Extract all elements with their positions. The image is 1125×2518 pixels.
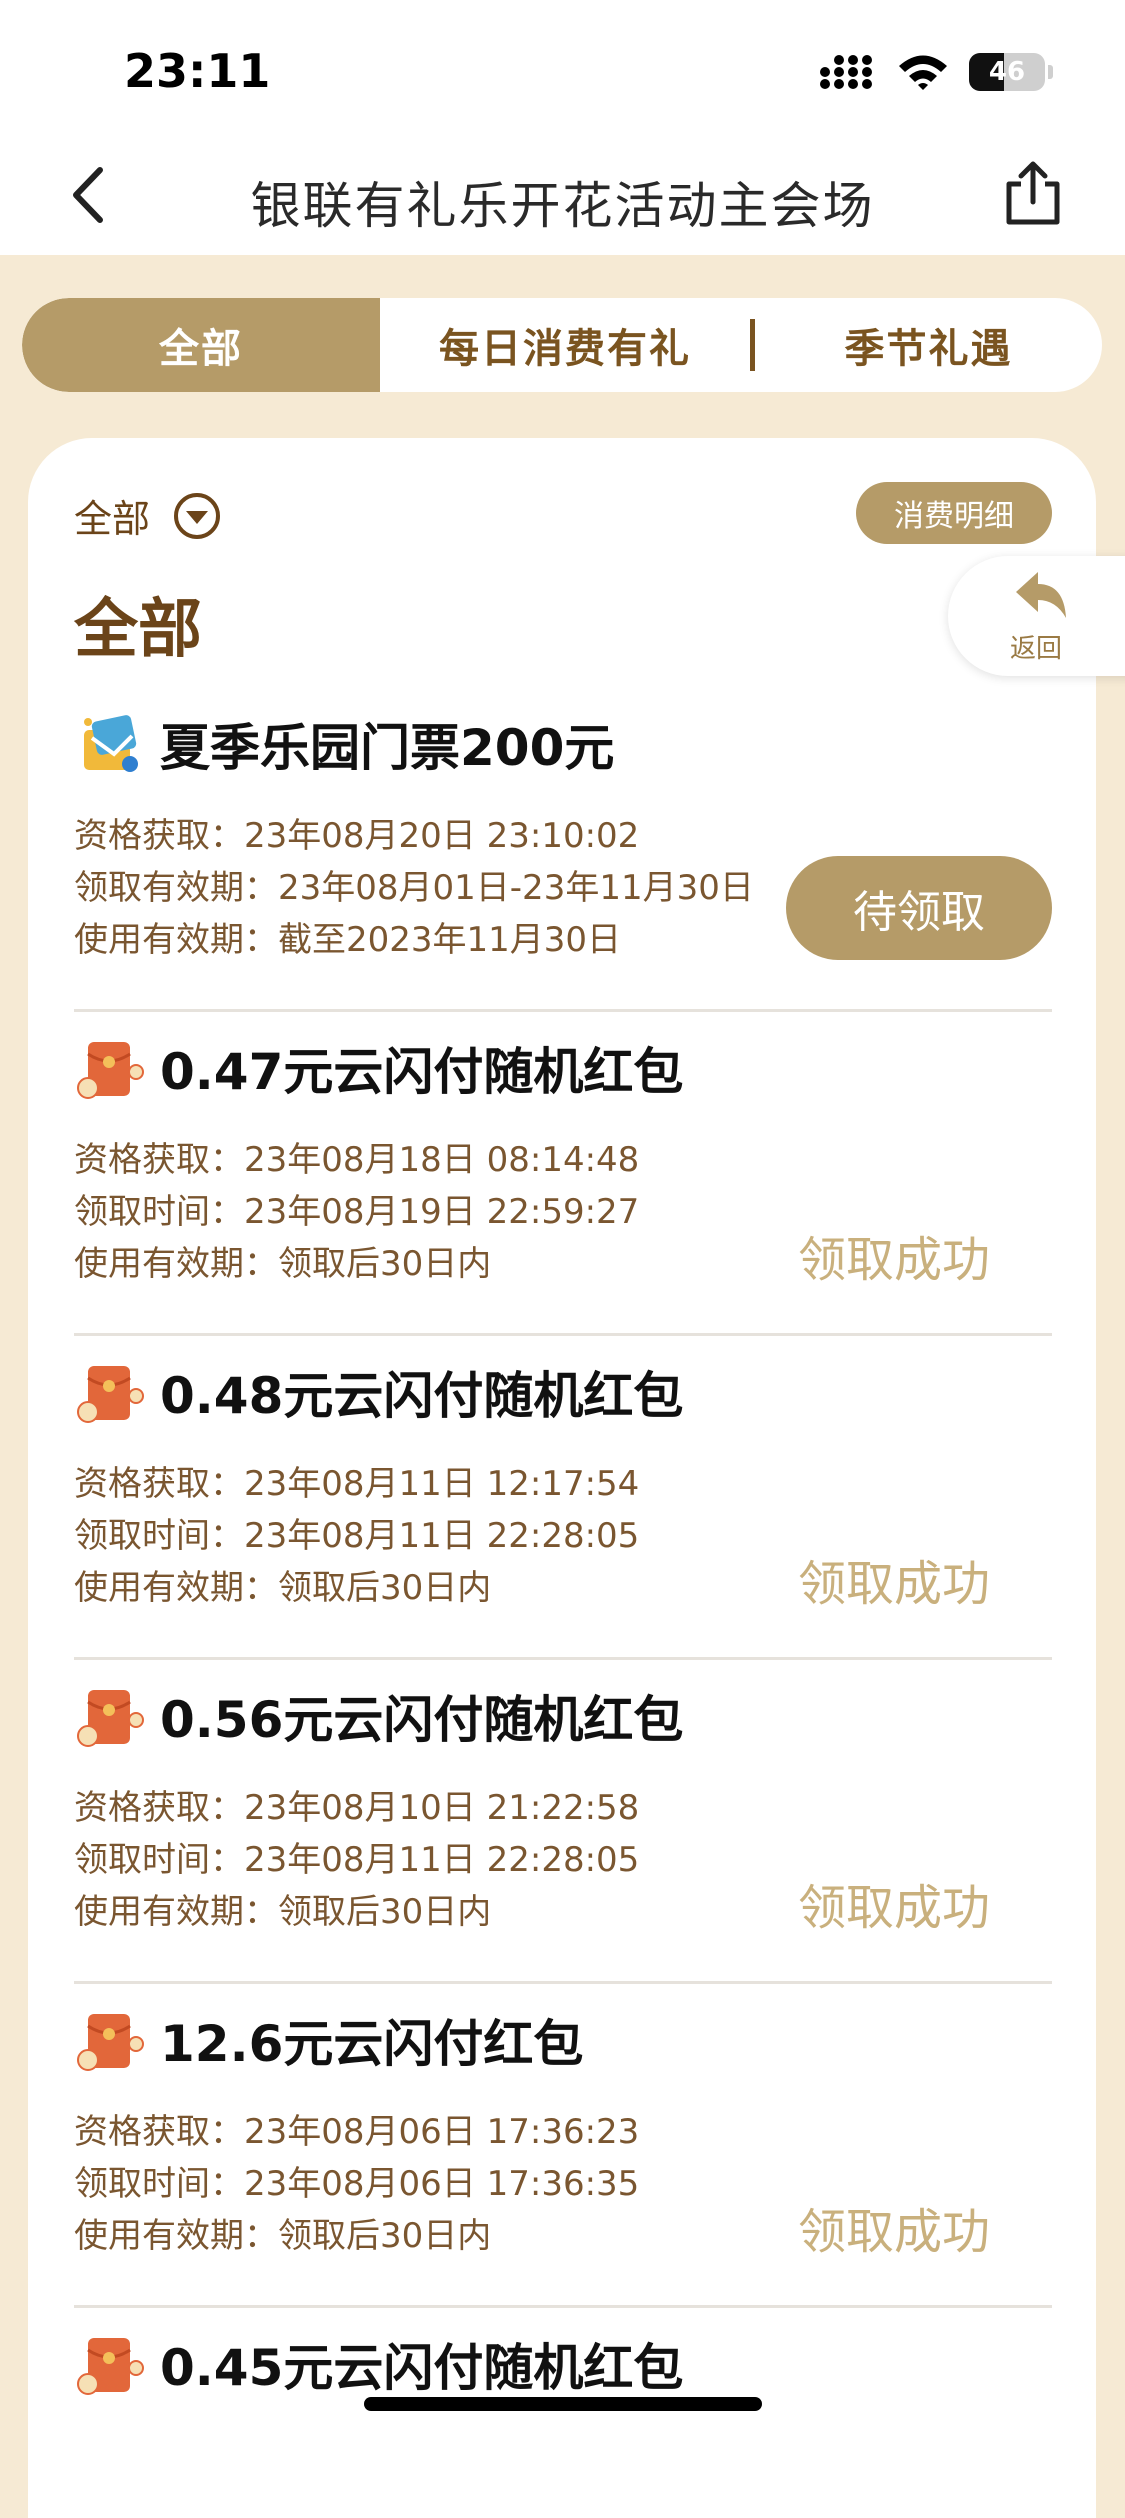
item-detail-line: 资格获取：23年08月11日 12:17:54 <box>74 1464 640 1504</box>
item-details: 资格获取：23年08月06日 17:36:23 领取时间：23年08月06日 17… <box>74 2106 639 2262</box>
item-detail-line: 资格获取：23年08月10日 21:22:58 <box>74 1788 640 1828</box>
list-item: 0.48元云闪付随机红包资格获取：23年08月11日 12:17:54 领取时间：… <box>74 1336 1052 1660</box>
item-title: 0.56元云闪付随机红包 <box>160 1691 684 1749</box>
item-detail-line: 领取时间：23年08月06日 17:36:35 <box>74 2164 640 2204</box>
wifi-icon <box>899 55 947 90</box>
tab-daily-consumption[interactable]: 每日消费有礼 <box>380 298 750 392</box>
item-header: 0.45元云闪付随机红包 <box>74 2328 683 2398</box>
return-arrow-icon <box>1016 572 1066 618</box>
records-card: 全部 消费明细 全部 夏季乐园门票200元资格获取：23年08月20日 23:1… <box>28 438 1096 2518</box>
list-item: 0.45元云闪付随机红包 <box>74 2308 1052 2398</box>
tab-all[interactable]: 全部 <box>22 298 380 392</box>
share-icon[interactable] <box>1001 158 1065 228</box>
item-title: 0.48元云闪付随机红包 <box>160 1367 684 1425</box>
floating-back-label: 返回 <box>1010 634 1063 664</box>
claim-status: 领取成功 <box>797 1556 990 1612</box>
item-detail-line: 领取时间：23年08月11日 22:28:05 <box>74 1840 640 1880</box>
claim-status: 领取成功 <box>797 1880 990 1936</box>
item-detail-line: 领取时间：23年08月11日 22:28:05 <box>74 1516 640 1556</box>
home-indicator <box>364 2397 762 2411</box>
item-title: 12.6元云闪付红包 <box>160 2015 584 2073</box>
item-header: 0.56元云闪付随机红包 <box>74 1680 683 1752</box>
item-title: 0.45元云闪付随机红包 <box>160 2339 684 2397</box>
list-item: 12.6元云闪付红包资格获取：23年08月06日 17:36:23 领取时间：23… <box>74 1984 1052 2308</box>
claim-status: 领取成功 <box>797 2204 990 2260</box>
item-detail-line: 使用有效期：领取后30日内 <box>74 1568 492 1608</box>
red-envelope-icon <box>74 1680 146 1752</box>
tab-seasonal[interactable]: 季节礼遇 <box>755 298 1102 392</box>
item-detail-line: 使用有效期：领取后30日内 <box>74 2216 492 2256</box>
battery-cap <box>1048 65 1053 79</box>
battery-level: 46 <box>988 57 1026 87</box>
list-item: 0.56元云闪付随机红包资格获取：23年08月10日 21:22:58 领取时间：… <box>74 1660 1052 1984</box>
item-detail-line: 使用有效期：领取后30日内 <box>74 1892 492 1932</box>
claim-status: 领取成功 <box>797 1232 990 1288</box>
status-bar: 23:11 46 <box>0 0 1125 140</box>
item-header: 0.48元云闪付随机红包 <box>74 1356 683 1428</box>
item-details: 资格获取：23年08月18日 08:14:48 领取时间：23年08月19日 22… <box>74 1134 639 1290</box>
item-detail-line: 资格获取：23年08月18日 08:14:48 <box>74 1140 640 1180</box>
section-title: 全部 <box>74 593 202 667</box>
item-header: 0.47元云闪付随机红包 <box>74 1032 683 1104</box>
item-header: 夏季乐园门票200元 <box>74 708 614 780</box>
item-details: 资格获取：23年08月11日 12:17:54 领取时间：23年08月11日 22… <box>74 1458 639 1614</box>
category-tabs: 全部 每日消费有礼 季节礼遇 <box>22 298 1102 392</box>
dropdown-circle-icon <box>174 492 221 539</box>
floating-back-button[interactable]: 返回 <box>948 556 1125 676</box>
list-item: 夏季乐园门票200元资格获取：23年08月20日 23:10:02 领取有效期：2… <box>74 688 1052 1012</box>
ticket-gift-icon <box>74 708 146 780</box>
item-detail-line: 使用有效期：领取后30日内 <box>74 1244 492 1284</box>
red-envelope-icon <box>74 2004 146 2076</box>
cellular-signal-icon <box>820 55 872 89</box>
nav-bar: 银联有礼乐开花活动主会场 <box>0 140 1125 255</box>
battery-icon: 46 <box>969 53 1045 91</box>
item-header: 12.6元云闪付红包 <box>74 2004 583 2076</box>
filter-dropdown[interactable]: 全部 <box>74 488 222 543</box>
consumption-detail-button[interactable]: 消费明细 <box>856 482 1052 544</box>
red-envelope-icon <box>74 1356 146 1428</box>
status-time: 23:11 <box>124 44 271 98</box>
item-detail-line: 领取有效期：23年08月01日-23年11月30日 <box>74 868 754 908</box>
list-item: 0.47元云闪付随机红包资格获取：23年08月18日 08:14:48 领取时间：… <box>74 1012 1052 1336</box>
item-details: 资格获取：23年08月10日 21:22:58 领取时间：23年08月11日 22… <box>74 1782 639 1938</box>
item-detail-line: 领取时间：23年08月19日 22:59:27 <box>74 1192 640 1232</box>
page-title: 银联有礼乐开花活动主会场 <box>250 177 875 235</box>
red-envelope-icon <box>74 2328 146 2398</box>
item-detail-line: 使用有效期：截至2023年11月30日 <box>74 920 622 960</box>
item-title: 0.47元云闪付随机红包 <box>160 1043 684 1101</box>
red-envelope-icon <box>74 1032 146 1104</box>
item-details: 资格获取：23年08月20日 23:10:02 领取有效期：23年08月01日-2… <box>74 810 754 966</box>
records-list: 夏季乐园门票200元资格获取：23年08月20日 23:10:02 领取有效期：2… <box>74 688 1052 2398</box>
status-icons: 46 <box>819 52 1053 92</box>
item-title: 夏季乐园门票200元 <box>160 719 615 777</box>
item-detail-line: 资格获取：23年08月20日 23:10:02 <box>74 816 640 856</box>
filter-label: 全部 <box>74 497 151 541</box>
claim-button[interactable]: 待领取 <box>786 856 1052 960</box>
item-detail-line: 资格获取：23年08月06日 17:36:23 <box>74 2112 640 2152</box>
